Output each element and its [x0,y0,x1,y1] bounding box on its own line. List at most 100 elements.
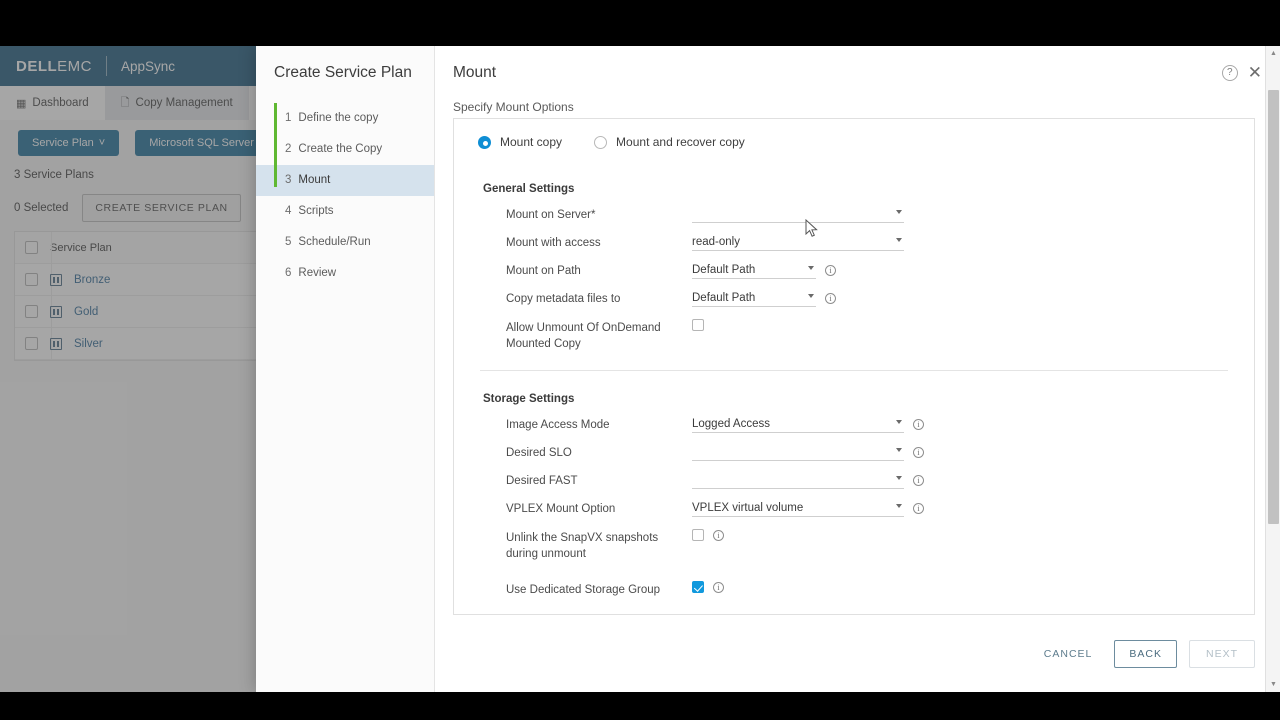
row-checkbox[interactable] [25,337,38,350]
desired-fast-select[interactable] [692,472,904,489]
field-label: Mount on Server* [506,209,596,221]
desired-slo-select[interactable] [692,444,904,461]
section-title-general-settings: General Settings [483,183,575,195]
field-label: Image Access Mode [506,419,610,431]
mount-mode-radio-group: Mount copy Mount and recover copy [454,135,1254,149]
nav-item-dashboard[interactable]: ▦ Dashboard [0,86,105,120]
next-button[interactable]: NEXT [1188,640,1255,668]
field-mount-on-path: Mount on Path Default Path i [454,261,1254,281]
scroll-down-arrow-icon[interactable]: ▼ [1266,677,1280,692]
close-icon[interactable]: ✕ [1248,64,1262,81]
row-label[interactable]: Bronze [74,274,110,286]
row-label[interactable]: Gold [74,306,98,318]
mount-on-path-select[interactable]: Default Path [692,262,816,279]
select-value: read-only [692,236,740,248]
field-label: Mount with access [506,237,601,249]
field-use-dedicated-storage-group: Use Dedicated Storage Group i [454,580,1254,600]
step-label: Scripts [298,205,334,218]
brand-dell: DELL [16,57,58,75]
select-value: VPLEX virtual volume [692,502,804,514]
pane-subtitle: Specify Mount Options [453,100,574,114]
field-control [692,205,904,223]
step-label: Define the copy [298,112,379,125]
wizard-step-mount[interactable]: 3 Mount [256,164,434,196]
field-desired-slo: Desired SLO i [454,443,1254,463]
create-service-plan-button[interactable]: CREATE SERVICE PLAN [82,194,241,222]
field-allow-unmount-ondemand: Allow Unmount Of OnDemand Mounted Copy [454,318,1254,352]
wizard-step-define-the-copy[interactable]: 1 Define the copy [256,103,434,134]
service-plan-icon [50,337,62,350]
wizard-steps: 1 Define the copy 2 Create the Copy 3 Mo… [256,102,434,289]
select-value: Default Path [692,292,756,304]
cancel-button[interactable]: CANCEL [1034,641,1103,667]
field-control: Logged Access i [692,415,924,433]
pane-header: Mount ? ✕ [435,46,1280,88]
copy-metadata-files-to-select[interactable]: Default Path [692,290,816,307]
field-control: Default Path i [692,261,836,279]
header-divider [106,56,108,76]
dashboard-icon: ▦ [16,97,27,110]
field-control: i [692,471,924,489]
info-icon[interactable]: i [825,265,836,276]
chevron-down-icon [896,420,902,424]
header-actions: ? ✕ [1221,64,1262,81]
mount-on-server-select[interactable] [692,206,904,223]
use-dedicated-storage-group-checkbox[interactable] [692,581,704,593]
vplex-mount-option-select[interactable]: VPLEX virtual volume [692,500,904,517]
field-control: read-only [692,233,904,251]
select-all-checkbox[interactable] [25,241,38,254]
field-label: Desired SLO [506,447,572,459]
info-icon[interactable]: i [913,447,924,458]
section-divider [480,370,1228,371]
step-number: 2 [285,143,292,156]
chevron-down-icon [896,238,902,242]
mount-with-access-select[interactable]: read-only [692,234,904,251]
chevron-down-icon [896,448,902,452]
filter-service-plan[interactable]: Service Plan ˅ [18,130,120,156]
unlink-snapvx-snapshots-checkbox[interactable] [692,529,704,541]
info-icon[interactable]: i [825,293,836,304]
allow-unmount-ondemand-checkbox[interactable] [692,319,704,331]
scrollbar-thumb[interactable] [1268,90,1279,524]
help-icon[interactable]: ? [1221,64,1238,81]
radio-mount-and-recover-copy[interactable] [594,135,608,149]
wizard-step-scripts[interactable]: 4 Scripts [256,196,434,227]
row-checkbox[interactable] [25,305,38,318]
wizard-step-create-the-copy[interactable]: 2 Create the Copy [256,134,434,165]
select-value: Default Path [692,264,756,276]
info-icon[interactable]: i [913,503,924,514]
screen: DELLEMC AppSync ▦ Dashboard 🗋 Copy Manag… [0,0,1280,720]
wizard-step-review[interactable]: 6 Review [256,258,434,289]
row-checkbox[interactable] [25,273,38,286]
filter-service-plan-label: Service Plan [32,137,94,149]
info-icon[interactable]: i [913,419,924,430]
info-icon[interactable]: i [913,475,924,486]
selected-count: 0 Selected [14,202,69,214]
vertical-scrollbar[interactable]: ▲ ▼ [1265,46,1280,692]
dell-emc-logo: DELLEMC [16,58,92,75]
app-name: AppSync [121,58,176,74]
wizard-step-schedule-run[interactable]: 5 Schedule/Run [256,227,434,258]
image-access-mode-select[interactable]: Logged Access [692,416,904,433]
chevron-down-icon [808,266,814,270]
step-label: Schedule/Run [298,236,371,249]
nav-item-copy-management[interactable]: 🗋 Copy Management [104,86,249,120]
back-button[interactable]: BACK [1114,640,1177,668]
field-label: Copy metadata files to [506,293,621,305]
info-icon[interactable]: i [713,529,724,541]
field-copy-metadata-files-to: Copy metadata files to Default Path i [454,289,1254,309]
chevron-down-icon [808,294,814,298]
field-control: i [692,528,724,541]
field-control: Default Path i [692,289,836,307]
row-label[interactable]: Silver [74,338,103,350]
scroll-up-arrow-icon[interactable]: ▲ [1266,46,1280,61]
field-mount-with-access: Mount with access read-only [454,233,1254,253]
field-desired-fast: Desired FAST i [454,471,1254,491]
select-value: Logged Access [692,418,771,430]
service-plan-icon [50,305,62,318]
chevron-down-icon: ˅ [98,137,106,149]
field-vplex-mount-option: VPLEX Mount Option VPLEX virtual volume … [454,499,1254,519]
info-icon[interactable]: i [713,581,724,593]
step-label: Review [298,267,337,280]
radio-mount-copy[interactable] [478,135,491,149]
